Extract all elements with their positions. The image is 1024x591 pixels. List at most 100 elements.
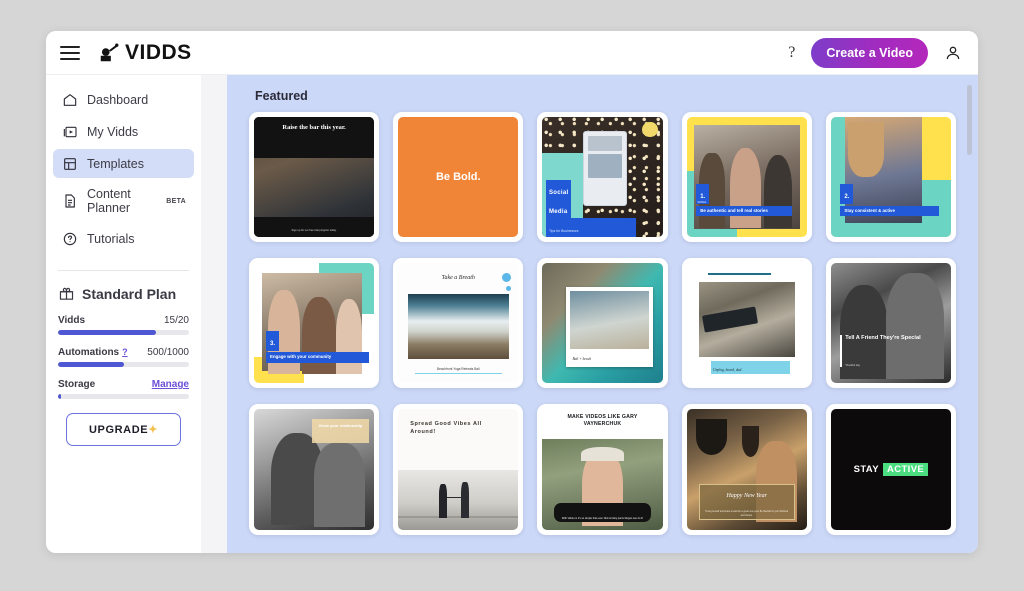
template-card-word1: STAY <box>853 463 879 475</box>
template-card-grow-relationship[interactable]: Grow your relationship <box>249 404 380 535</box>
document-icon <box>61 193 78 210</box>
template-card-eyebrow: SOCIAL <box>697 201 707 205</box>
meter-track <box>58 394 189 399</box>
template-thumbnail: Raise the bar this year. Sign up for our… <box>254 117 375 238</box>
sidebar-item-templates[interactable]: Templates <box>53 149 194 178</box>
layout-icon <box>61 155 78 172</box>
upgrade-label: UPGRADE <box>88 424 149 436</box>
sidebar-item-label: Tutorials <box>87 231 135 246</box>
app-window: VIDDS ? Create a Video Dashboard My Vidd… <box>46 31 978 553</box>
template-card-line2: Media <box>548 208 568 215</box>
template-card-caption: Bali + beach <box>572 357 592 362</box>
template-thumbnail: Grow your relationship <box>254 409 375 530</box>
sidebar-item-label: Dashboard <box>87 92 149 107</box>
template-card-subtitle: Sign up for our free trial program today… <box>291 229 337 233</box>
template-card-build-a-beach[interactable]: Bali + beach <box>537 258 668 389</box>
brand-logo[interactable]: VIDDS <box>98 41 192 65</box>
hamburger-icon[interactable] <box>60 45 80 60</box>
template-card-stay-consistent[interactable]: 2. Stay consistent & active <box>825 112 956 243</box>
template-card-number: 2. <box>844 194 850 201</box>
template-card-line3: Tips for Businesses <box>548 228 579 233</box>
content-scrollbar[interactable] <box>967 85 972 155</box>
template-card-unplug-board[interactable]: Unplug, board, dad. <box>681 258 812 389</box>
sidebar-item-tutorials[interactable]: Tutorials <box>53 224 194 253</box>
beta-badge: BETA <box>166 197 186 205</box>
template-card-title: Take a Breath <box>441 275 475 282</box>
template-card-caption: Beachfront Yoga Retreats Bali <box>415 367 502 374</box>
automations-help-icon[interactable]: ? <box>122 347 128 357</box>
template-card-stay-active[interactable]: STAY ACTIVE <box>825 404 956 535</box>
template-thumbnail: Social Media Tips for Businesses <box>542 117 663 238</box>
template-grid-row2: 3. Engage with your community Take a Bre… <box>249 258 956 389</box>
template-grid-row3: Grow your relationship Spread Good Vibes… <box>249 404 956 535</box>
meter-value: 500/1000 <box>147 347 189 358</box>
template-card-word2: ACTIVE <box>882 462 929 477</box>
manage-storage-link[interactable]: Manage <box>152 379 189 390</box>
template-card-spread-good-vibes[interactable]: Spread Good Vibes All Around! <box>393 404 524 535</box>
template-thumbnail: 1. SOCIAL Be authentic and tell real sto… <box>686 117 807 238</box>
template-card-title: Spread Good Vibes All Around! <box>410 421 482 436</box>
template-card-number: 1. <box>700 194 706 201</box>
home-icon <box>61 91 78 108</box>
template-thumbnail: 2. Stay consistent & active <box>830 117 951 238</box>
template-card-title: Engage with your community <box>270 354 332 360</box>
template-card-take-a-breath[interactable]: Take a Breath Beachfront Yoga Retreats B… <box>393 258 524 389</box>
template-card-tell-a-friend[interactable]: Tell A Friend They're Special Thankful d… <box>825 258 956 389</box>
sparkle-icon: ✦ <box>148 424 159 436</box>
meter-automations: Automations? 500/1000 <box>58 347 189 367</box>
template-card-title: Grow your relationship <box>318 422 363 428</box>
template-card-title: Be authentic and tell real stories <box>700 207 768 213</box>
plan-panel: Standard Plan Vidds 15/20 Automations? 5… <box>46 271 201 446</box>
help-icon[interactable]: ? <box>788 44 795 62</box>
sidebar-item-label: Templates <box>87 156 144 171</box>
meter-label: Storage <box>58 379 96 390</box>
video-stack-icon <box>61 123 78 140</box>
template-thumbnail: Unplug, board, dad. <box>686 263 807 384</box>
sidebar-nav: Dashboard My Vidds Templates Content Pla… <box>46 85 201 256</box>
upgrade-button[interactable]: UPGRADE✦ <box>66 413 181 446</box>
plan-name: Standard Plan <box>82 285 177 302</box>
sidebar-item-content-planner[interactable]: Content Planner BETA <box>53 181 194 221</box>
template-card-happy-new-year[interactable]: Happy New Year Treat yourself and share … <box>681 404 812 535</box>
sidebar-item-label: Content Planner <box>87 187 131 215</box>
top-header: VIDDS ? Create a Video <box>46 31 978 75</box>
gift-icon <box>58 285 75 302</box>
template-card-title: MAKE VIDEOS LIKE GARY VAYNERCHUK <box>567 414 638 428</box>
user-icon[interactable] <box>944 44 962 62</box>
meter-value: 15/20 <box>163 315 189 326</box>
create-video-button[interactable]: Create a Video <box>811 37 928 68</box>
sidebar-item-my-vidds[interactable]: My Vidds <box>53 117 194 146</box>
template-thumbnail: 3. Engage with your community <box>254 263 375 384</box>
meter-label: Vidds <box>58 315 86 326</box>
template-card-title: Stay consistent & active <box>844 207 895 213</box>
template-card-engage-community[interactable]: 3. Engage with your community <box>249 258 380 389</box>
sidebar-item-dashboard[interactable]: Dashboard <box>53 85 194 114</box>
template-card-subtitle: Thankful day <box>845 364 861 368</box>
meter-storage: Storage Manage <box>58 379 189 399</box>
template-card-gary-vaynerchuk[interactable]: MAKE VIDEOS LIKE GARY VAYNERCHUK With Vi… <box>537 404 668 535</box>
template-card-title: Happy New Year <box>726 493 767 500</box>
template-thumbnail: MAKE VIDEOS LIKE GARY VAYNERCHUK With Vi… <box>542 409 663 530</box>
brand-name: VIDDS <box>125 40 192 64</box>
body-area: Dashboard My Vidds Templates Content Pla… <box>46 75 978 553</box>
sidebar: Dashboard My Vidds Templates Content Pla… <box>46 75 201 553</box>
template-card-caption: Unplug, board, dad. <box>713 367 743 372</box>
question-circle-icon <box>61 230 78 247</box>
template-thumbnail: Take a Breath Beachfront Yoga Retreats B… <box>398 263 519 384</box>
meter-track <box>58 362 189 367</box>
template-card-raise-the-bar[interactable]: Raise the bar this year. Sign up for our… <box>249 112 380 243</box>
meter-label-text: Automations <box>58 347 120 358</box>
template-card-line1: Social <box>548 189 569 196</box>
template-card-be-authentic[interactable]: 1. SOCIAL Be authentic and tell real sto… <box>681 112 812 243</box>
vidds-mark-icon <box>100 43 119 61</box>
plan-title-row: Standard Plan <box>58 285 189 302</box>
meter-vidds: Vidds 15/20 <box>58 315 189 335</box>
sidebar-item-label: My Vidds <box>87 124 139 139</box>
template-thumbnail: Bali + beach <box>542 263 663 384</box>
meter-label: Automations? <box>58 347 128 358</box>
template-card-title: Be Bold. <box>435 170 481 183</box>
template-card-be-bold[interactable]: Be Bold. <box>393 112 524 243</box>
template-card-social-media-tips[interactable]: Social Media Tips for Businesses <box>537 112 668 243</box>
template-card-title: Raise the bar this year. <box>282 124 346 132</box>
sidebar-content-gap <box>201 75 227 553</box>
